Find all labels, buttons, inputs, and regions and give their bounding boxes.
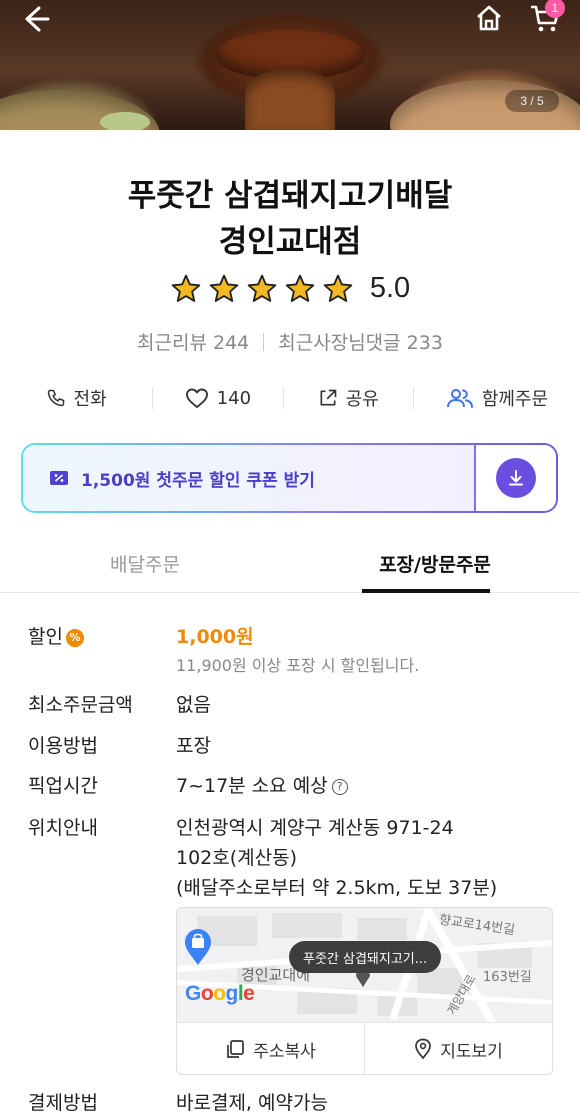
home-icon: [477, 5, 501, 31]
share-label: 공유: [345, 389, 379, 410]
recent-reviews-link[interactable]: 최근리뷰 244: [137, 328, 249, 355]
like-button[interactable]: 140: [153, 380, 282, 416]
store-name-line2: 경인교대점: [218, 224, 362, 260]
method-value: 포장: [176, 735, 211, 757]
tab-delivery[interactable]: 배달주문: [0, 540, 290, 592]
action-bar: 전화 140 공유 함께주문: [0, 380, 580, 416]
pot-stand: [245, 70, 335, 130]
min-order-label: 최소주문금액: [28, 694, 133, 716]
home-button[interactable]: [470, 2, 508, 34]
rating-value: 5.0: [369, 272, 411, 304]
address-line1: 인천광역시 계양구 계산동 971-24: [176, 817, 454, 839]
store-name-line1: 푸줏간 삼겹돼지고기배달: [127, 178, 453, 214]
min-order-value: 없음: [176, 694, 211, 716]
phone-icon: [47, 389, 64, 407]
group-order-button[interactable]: 함께주문: [414, 380, 580, 416]
star-icon: [285, 274, 315, 302]
discount-label-row: 할인%: [28, 622, 84, 649]
copy-icon: [227, 1040, 245, 1058]
discount-label: 할인: [28, 626, 63, 648]
back-button[interactable]: [16, 4, 56, 34]
call-button[interactable]: 전화: [0, 380, 152, 416]
view-map-button[interactable]: 지도보기: [364, 1023, 552, 1074]
rating-row: 5.0: [0, 272, 580, 305]
coupon-main[interactable]: 1,500원 첫주문 할인 쿠폰 받기: [23, 445, 474, 511]
payment-value: 바로결제, 예약가능: [176, 1092, 328, 1114]
map-pin-icon: [185, 929, 211, 965]
star-icon: [209, 274, 239, 302]
coupon-icon: [50, 471, 68, 485]
coupon-banner[interactable]: 1,500원 첫주문 할인 쿠폰 받기: [21, 443, 558, 513]
address-distance: (배달주소로부터 약 2.5km, 도보 37분): [176, 877, 498, 899]
download-icon: [509, 470, 523, 486]
location-pin-icon: [415, 1038, 432, 1060]
group-order-label: 함께주문: [481, 389, 549, 410]
order-type-tabs: 배달주문 포장/방문주문: [0, 540, 580, 593]
share-icon: [320, 389, 336, 406]
payment-label: 결제방법: [28, 1092, 98, 1114]
map-road-label: 향교로14번길: [438, 912, 516, 939]
map-actions: 주소복사 지도보기: [177, 1022, 552, 1074]
cart-button[interactable]: 1: [525, 0, 565, 34]
image-counter: 3 / 5: [505, 90, 559, 112]
like-count: 140: [216, 387, 252, 409]
map-canvas[interactable]: 향교로14번길 163번길 계양대로 경인교대에 Google 푸줏간 삼겹돼지…: [177, 908, 552, 1022]
discount-value-row: 1,000원: [176, 622, 254, 649]
help-icon[interactable]: ?: [331, 778, 348, 795]
cart-count-badge: 1: [545, 0, 565, 18]
download-circle: [496, 458, 536, 498]
owner-replies-link[interactable]: 최근사장님댓글 233: [278, 328, 443, 355]
view-map-label: 지도보기: [440, 1041, 503, 1062]
share-button[interactable]: 공유: [284, 380, 413, 416]
map-road-label: 163번길: [483, 970, 532, 985]
copy-address-button[interactable]: 주소복사: [177, 1023, 364, 1074]
back-arrow-icon: [25, 6, 50, 32]
heart-icon: [185, 388, 208, 408]
review-summary: 최근리뷰 244 최근사장님댓글 233: [0, 328, 580, 355]
star-icon: [171, 274, 201, 302]
pickup-time-value: 7~17분 소요 예상: [176, 775, 328, 797]
google-logo: Google: [185, 982, 255, 1005]
coupon-text: 1,500원 첫주문 할인 쿠폰 받기: [81, 470, 315, 491]
address-line2: 102호(계산동): [176, 847, 298, 869]
location-label: 위치안내: [28, 817, 98, 839]
map-store-tooltip: 푸줏간 삼겹돼지고기...: [289, 941, 442, 973]
call-label: 전화: [73, 389, 107, 410]
pickup-time-label: 픽업시간: [28, 775, 98, 797]
location-map: 향교로14번길 163번길 계양대로 경인교대에 Google 푸줏간 삼겹돼지…: [176, 907, 553, 1075]
coupon-download-button[interactable]: [476, 445, 556, 511]
tab-pickup[interactable]: 포장/방문주문: [290, 540, 580, 593]
star-icon: [247, 274, 277, 302]
food-greens: [100, 112, 150, 130]
discount-value: 1,000원: [176, 626, 254, 648]
coupon-banner-inner: 1,500원 첫주문 할인 쿠폰 받기: [23, 445, 556, 511]
star-icon: [323, 274, 353, 302]
divider: [263, 332, 265, 351]
discount-note: 11,900원 이상 포장 시 할인됩니다.: [176, 656, 420, 675]
group-users-icon: [446, 389, 473, 408]
pickup-time-row: 7~17분 소요 예상?: [176, 771, 348, 798]
method-label: 이용방법: [28, 735, 98, 757]
discount-badge-icon: %: [65, 628, 84, 647]
copy-address-label: 주소복사: [253, 1041, 316, 1062]
